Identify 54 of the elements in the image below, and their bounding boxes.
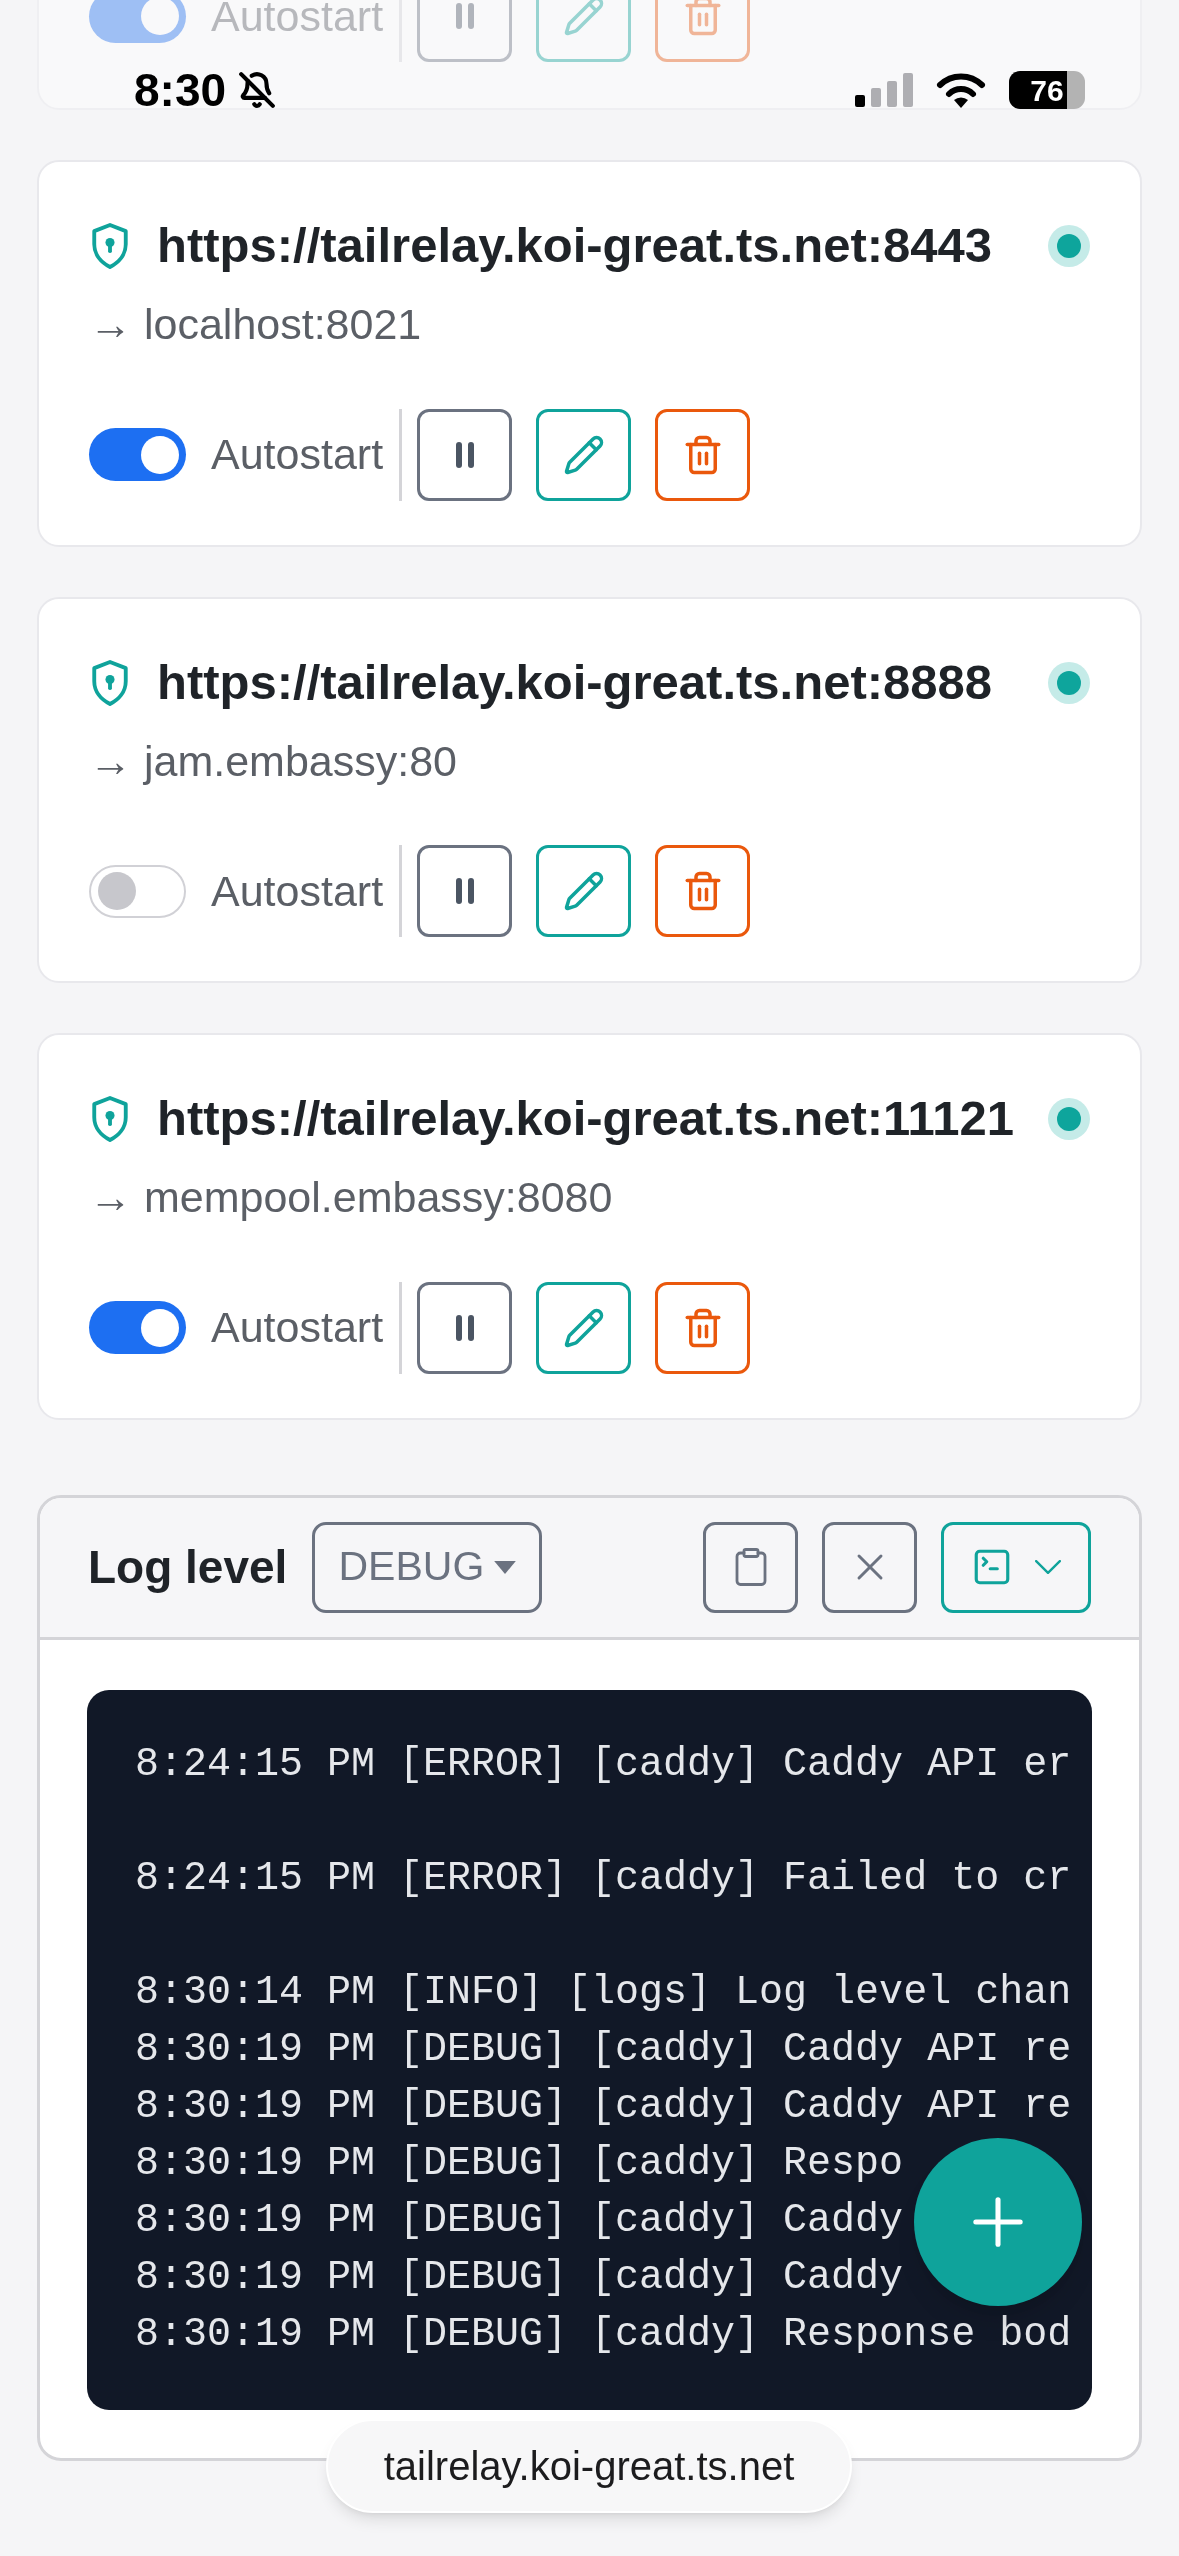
pause-icon: [454, 1313, 475, 1342]
pause-button[interactable]: [417, 408, 513, 501]
edit-button[interactable]: [536, 845, 632, 937]
service-target: → mempool.embassy:8080: [89, 1172, 614, 1223]
clear-button[interactable]: [822, 1521, 917, 1613]
shield-lock-icon: [89, 1093, 131, 1145]
clock-time: 8:30: [134, 62, 227, 118]
edit-button[interactable]: [536, 1281, 632, 1374]
shield-lock-icon: [89, 220, 131, 272]
pause-icon: [454, 2, 475, 30]
pencil-icon: [562, 0, 605, 37]
log-level-label: Log level: [88, 1539, 288, 1595]
pencil-icon: [562, 1306, 605, 1349]
log-line: 8:30:19 PM [DEBUG] [caddy] Caddy API re: [135, 2025, 1072, 2074]
log-line: 8:24:15 PM [ERROR] [caddy] Failed to cr: [135, 1854, 1072, 1903]
terminal-dropdown[interactable]: [941, 1521, 1091, 1613]
battery-percentage: 76: [1009, 71, 1085, 109]
caret-icon: [494, 1560, 517, 1574]
pause-button[interactable]: [417, 1281, 513, 1374]
autostart-label: Autostart: [211, 429, 384, 481]
autostart-toggle[interactable]: [89, 1301, 186, 1354]
service-target: → localhost:8021: [89, 299, 423, 350]
delete-button[interactable]: [655, 845, 751, 937]
signal-icon: [855, 73, 913, 107]
pause-button[interactable]: [417, 845, 513, 937]
log-line: 8:30:19 PM [DEBUG] [caddy] Respo: [135, 2139, 904, 2188]
autostart-toggle[interactable]: [89, 864, 186, 918]
service-url: https://tailrelay.koi-great.ts.net:11121: [157, 1090, 1014, 1148]
pause-icon: [454, 877, 475, 905]
delete-button[interactable]: [655, 408, 751, 501]
autostart-label: Autostart: [211, 0, 384, 42]
bell-off-icon: [238, 71, 277, 109]
delete-button[interactable]: [655, 1281, 751, 1374]
log-line: 8:30:19 PM [DEBUG] [caddy] Caddy API re: [135, 2082, 1072, 2131]
service-url: https://tailrelay.koi-great.ts.net:8888: [157, 653, 993, 711]
log-level-dropdown[interactable]: DEBUG: [312, 1521, 543, 1613]
pencil-icon: [562, 433, 605, 476]
autostart-label: Autostart: [211, 1302, 384, 1354]
autostart-toggle[interactable]: [89, 428, 186, 481]
pause-icon: [454, 440, 475, 469]
service-url: https://tailrelay.koi-great.ts.net:8443: [157, 217, 993, 275]
copy-button[interactable]: [703, 1521, 798, 1613]
log-line: 8:30:19 PM [DEBUG] [caddy] Caddy: [135, 2253, 904, 2302]
log-line: 8:30:19 PM [DEBUG] [caddy] Caddy: [135, 2196, 904, 2245]
log-line: 8:24:15 PM [ERROR] [caddy] Caddy API er: [135, 1740, 1072, 1789]
pencil-icon: [562, 870, 605, 912]
wifi-icon: [935, 71, 987, 109]
chevron-down-icon: [1035, 1560, 1061, 1574]
service-target: → jam.embassy:80: [89, 735, 459, 787]
edit-button[interactable]: [536, 408, 632, 501]
address-bar[interactable]: tailrelay.koi-great.ts.net: [326, 2419, 852, 2513]
log-line: 8:30:19 PM [DEBUG] [caddy] Response bod: [135, 2310, 1072, 2359]
autostart-label: Autostart: [211, 865, 384, 917]
log-line: 8:30:14 PM [INFO] [logs] Log level chan: [135, 1968, 1072, 2017]
